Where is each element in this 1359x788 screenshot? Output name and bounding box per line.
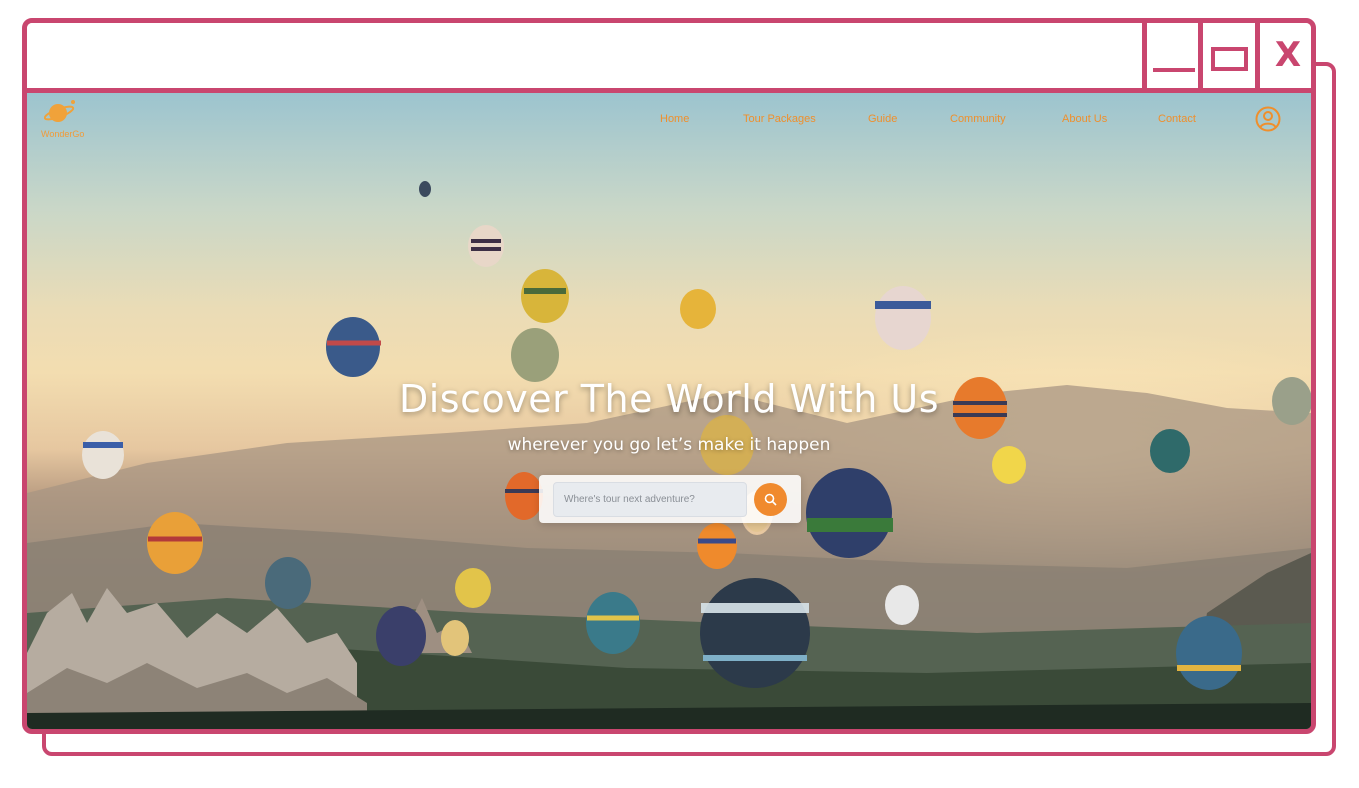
- nav-tour-packages[interactable]: Tour Packages: [743, 113, 816, 125]
- maximize-button[interactable]: [1198, 23, 1254, 88]
- nav-guide[interactable]: Guide: [868, 113, 897, 125]
- hero-subtitle: wherever you go let’s make it happen: [507, 435, 831, 455]
- close-icon: X: [1274, 35, 1302, 75]
- minimize-icon: [1153, 68, 1195, 72]
- close-button[interactable]: X: [1255, 23, 1311, 88]
- search-input[interactable]: [553, 482, 747, 517]
- search-button[interactable]: [754, 483, 787, 516]
- maximize-icon: [1211, 47, 1248, 71]
- nav-community[interactable]: Community: [950, 113, 1006, 125]
- nav-contact[interactable]: Contact: [1158, 113, 1196, 125]
- brand-name[interactable]: WonderGo: [41, 129, 84, 139]
- hero-title: Discover The World With Us: [398, 377, 940, 421]
- nav-home[interactable]: Home: [660, 113, 689, 125]
- hero-section: WonderGo Home Tour Packages Guide Commun…: [27, 93, 1311, 729]
- search-icon: [764, 493, 777, 506]
- browser-window: X WonderGo Home Tour Packages Guide Comm…: [22, 18, 1316, 734]
- top-navbar: WonderGo Home Tour Packages Guide Commun…: [27, 93, 1311, 153]
- title-bar: X: [27, 23, 1311, 93]
- minimize-button[interactable]: [1142, 23, 1198, 88]
- planet-icon[interactable]: [44, 98, 78, 126]
- user-circle-icon[interactable]: [1255, 106, 1281, 132]
- search-box: [539, 475, 801, 523]
- nav-about-us[interactable]: About Us: [1062, 113, 1107, 125]
